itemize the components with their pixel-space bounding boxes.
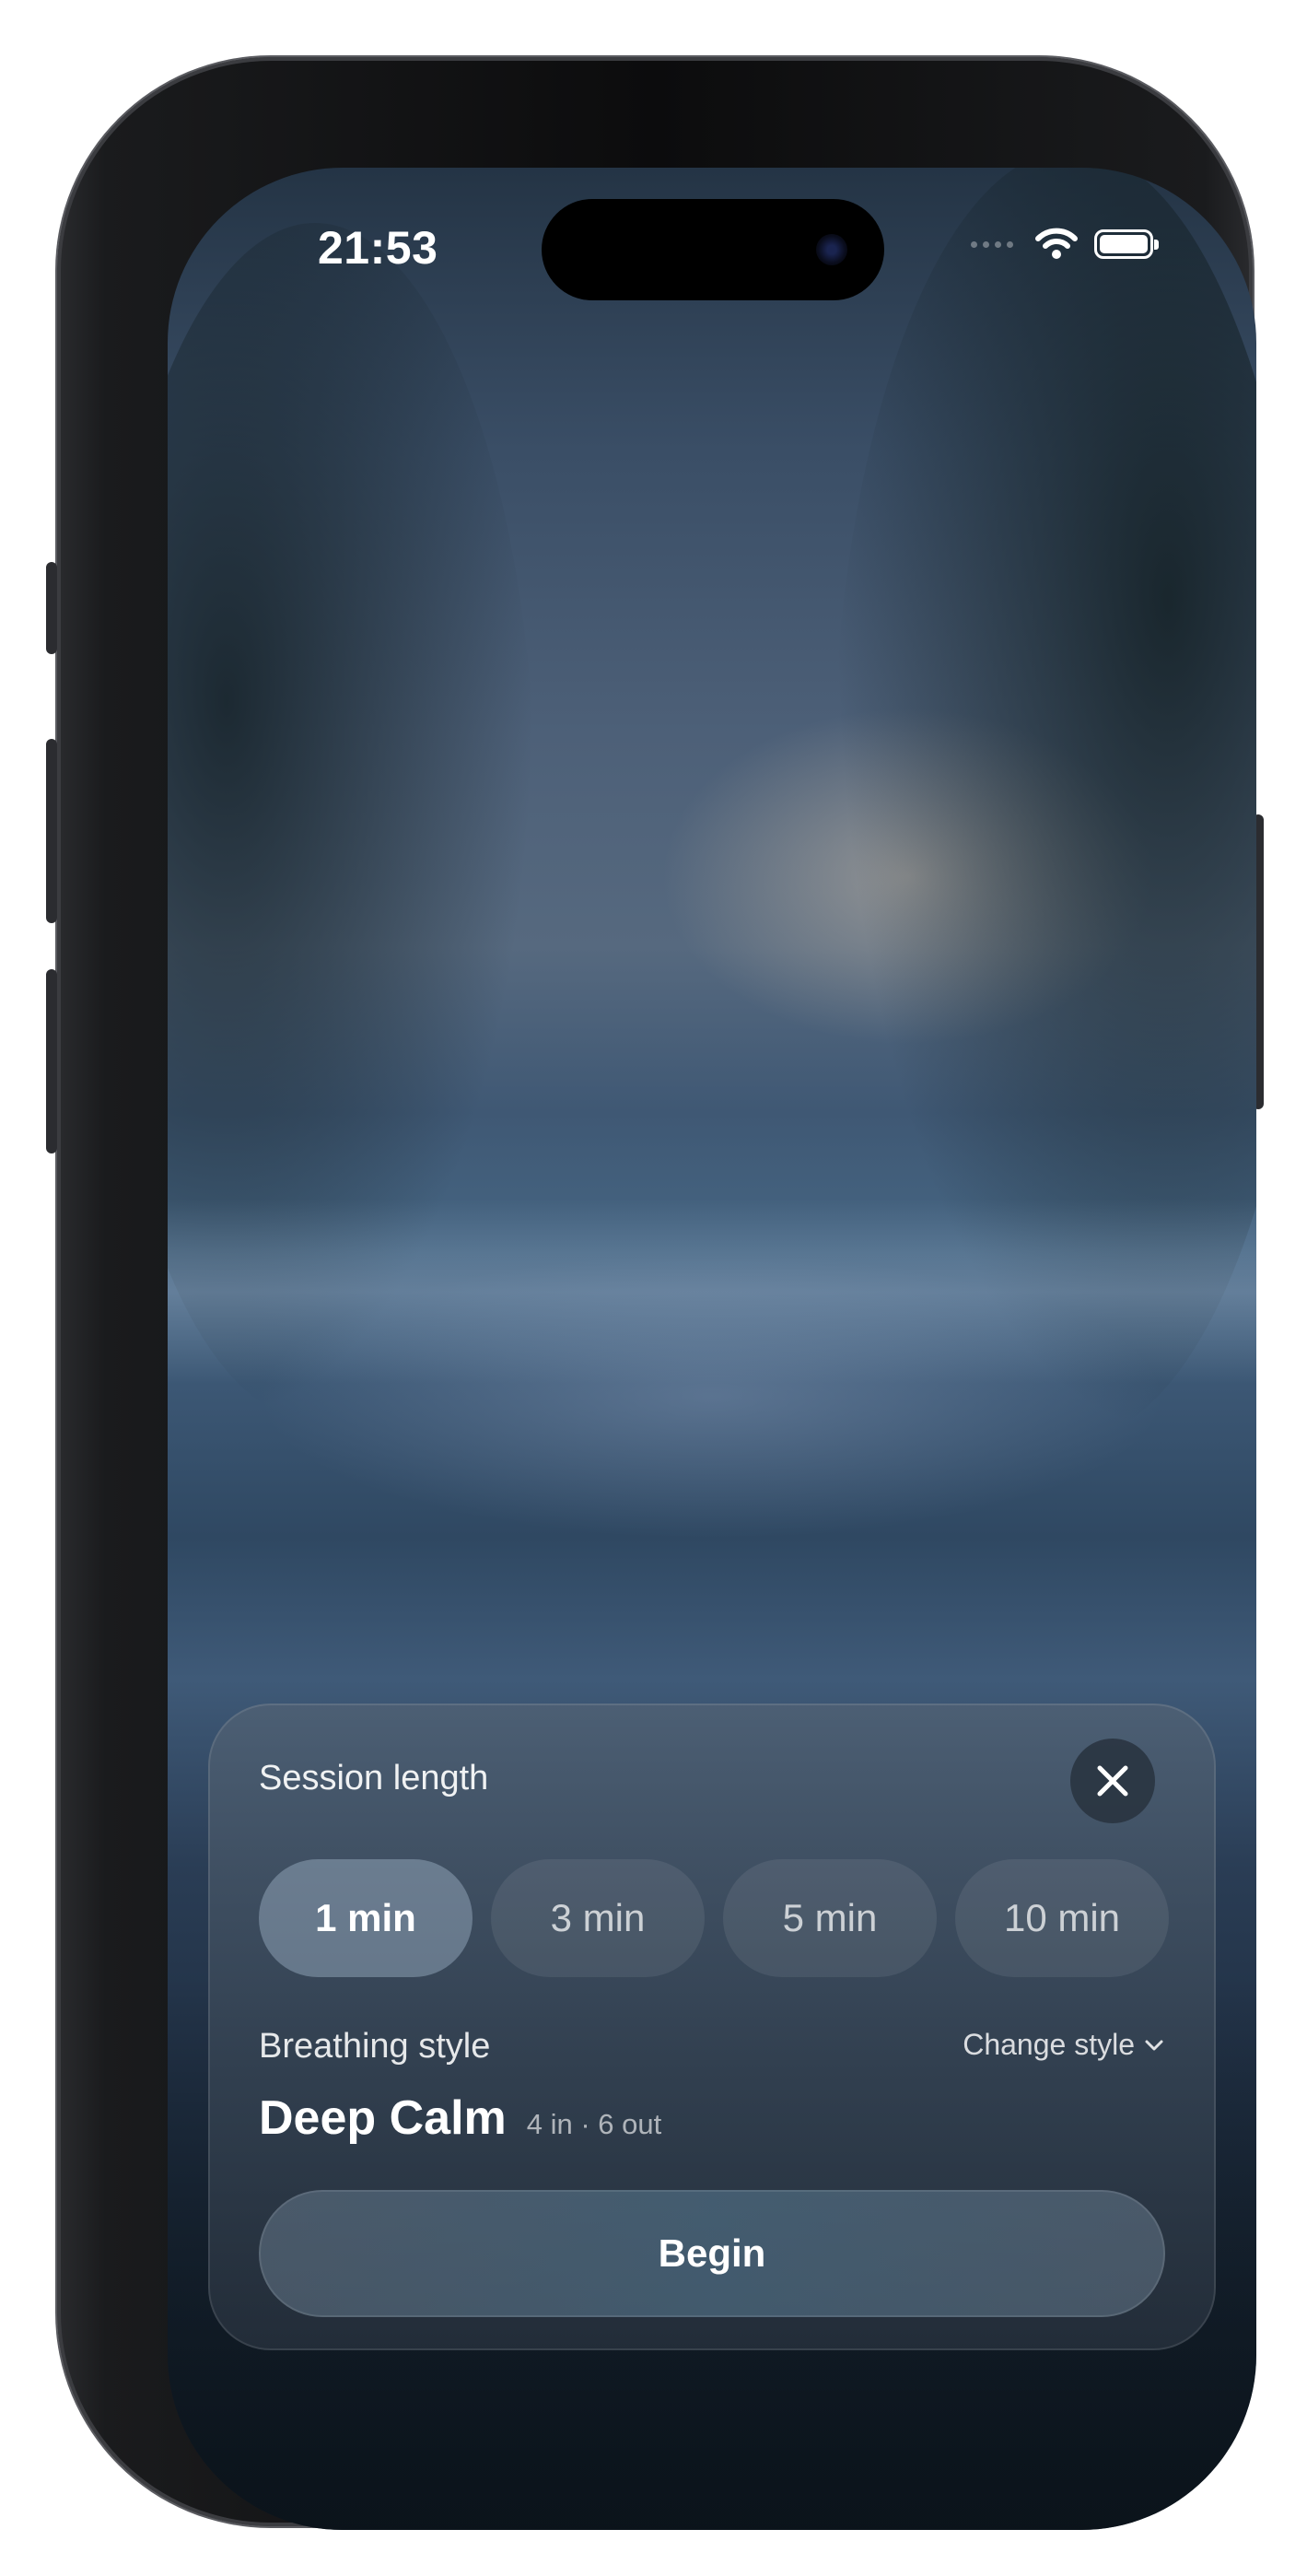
lake-mist <box>168 1200 1256 1384</box>
dynamic-island <box>542 199 884 300</box>
breathing-style-label: Breathing style <box>259 2027 491 2066</box>
duration-chip-3-min[interactable]: 3 min <box>491 1859 705 1977</box>
duration-chip-10-min[interactable]: 10 min <box>955 1859 1169 1977</box>
session-sheet: Session length 1 min 3 min 5 min 10 min … <box>208 1704 1216 2350</box>
screen: 21:53 Session length 1 min 3 min 5 min 1… <box>168 168 1256 2530</box>
status-time: 21:53 <box>318 222 438 274</box>
phone-frame: 21:53 Session length 1 min 3 min 5 min 1… <box>46 57 1264 2530</box>
battery-icon <box>1094 229 1159 259</box>
style-detail: 4 in · 6 out <box>526 2108 662 2140</box>
status-indicators <box>971 228 1159 261</box>
wifi-icon <box>1035 228 1078 259</box>
chevron-down-icon <box>1145 2040 1163 2050</box>
selected-style: Deep Calm 4 in · 6 out <box>259 2090 661 2146</box>
volume-up-button <box>46 739 57 923</box>
action-button <box>46 562 57 654</box>
change-style-button[interactable]: Change style <box>963 2028 1164 2062</box>
front-camera <box>816 234 847 265</box>
cellular-signal-icon <box>971 240 1013 248</box>
duration-chip-5-min[interactable]: 5 min <box>723 1859 937 1977</box>
close-button[interactable] <box>1070 1739 1155 1823</box>
change-style-label: Change style <box>963 2028 1135 2061</box>
volume-down-button <box>46 969 57 1153</box>
duration-selector: 1 min 3 min 5 min 10 min <box>259 1859 1169 1977</box>
duration-chip-1-min[interactable]: 1 min <box>259 1859 473 1977</box>
close-icon <box>1097 1765 1128 1797</box>
style-name: Deep Calm <box>259 2091 507 2145</box>
session-length-title: Session length <box>259 1759 489 1797</box>
begin-button[interactable]: Begin <box>259 2190 1165 2317</box>
